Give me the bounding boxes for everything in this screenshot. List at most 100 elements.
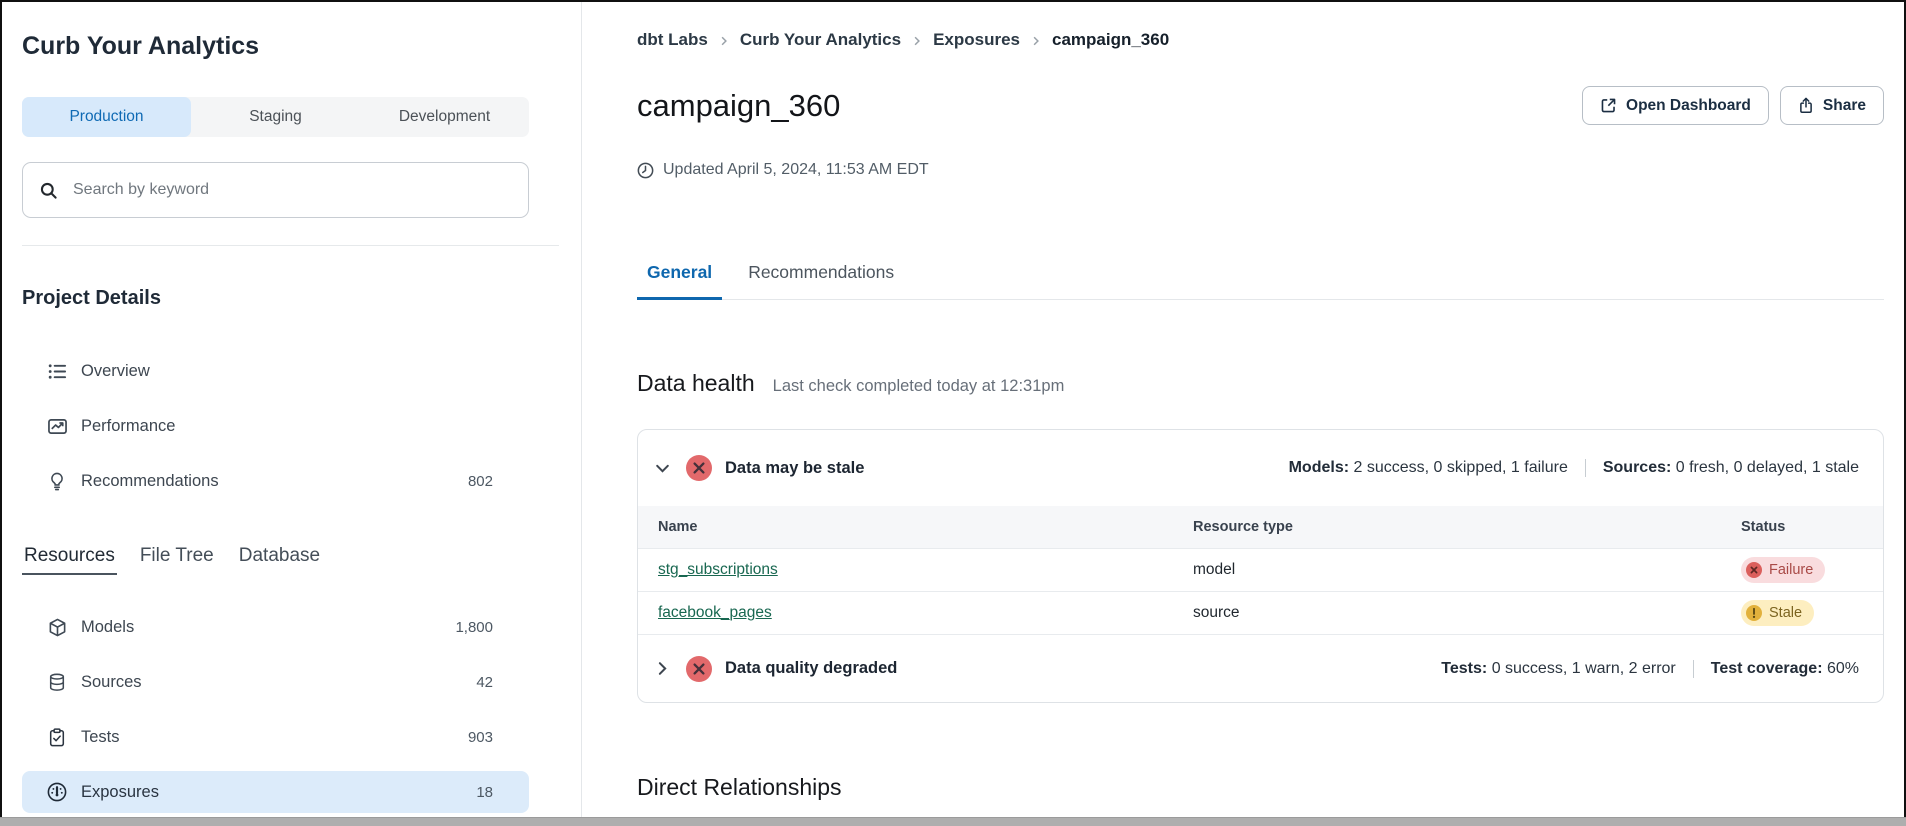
page-title: campaign_360	[637, 88, 840, 124]
table-row: facebook_pages source Stale	[638, 592, 1883, 635]
exclamation-circle-icon	[1746, 605, 1762, 621]
data-health-card: Data may be stale Models: 2 success, 0 s…	[637, 429, 1884, 703]
resource-link-stg-subscriptions[interactable]: stg_subscriptions	[658, 561, 778, 578]
breadcrumb-dbt-labs[interactable]: dbt Labs	[637, 30, 708, 50]
share-button[interactable]: Share	[1780, 86, 1884, 125]
sidebar-item-label: Sources	[81, 673, 142, 692]
tab-recommendations[interactable]: Recommendations	[738, 261, 904, 300]
updated-timestamp: Updated April 5, 2024, 11:53 AM EDT	[637, 161, 1884, 179]
table-row: stg_subscriptions model Failure	[638, 549, 1883, 592]
health-group-stats: Tests: 0 success, 1 warn, 2 error Test c…	[1441, 660, 1859, 678]
clipboard-check-icon	[47, 728, 67, 747]
column-header-resource-type: Resource type	[1193, 506, 1741, 549]
resource-type-cell: model	[1193, 549, 1741, 592]
sidebar-item-models[interactable]: Models 1,800	[22, 606, 529, 648]
item-count: 903	[468, 729, 493, 746]
share-label: Share	[1823, 97, 1866, 115]
clock-icon	[637, 162, 654, 179]
resource-link-facebook-pages[interactable]: facebook_pages	[658, 604, 772, 621]
health-group-stats: Models: 2 success, 0 skipped, 1 failure …	[1289, 459, 1859, 477]
stat-label: Models:	[1289, 459, 1349, 476]
data-health-title: Data health	[637, 370, 755, 396]
project-title: Curb Your Analytics	[22, 33, 529, 59]
status-label: Stale	[1769, 605, 1802, 621]
test-coverage-stat: Test coverage: 60%	[1693, 660, 1859, 678]
sidebar-item-label: Exposures	[81, 783, 159, 802]
stat-value: 60%	[1827, 660, 1859, 677]
sidebar-item-overview[interactable]: Overview	[22, 350, 529, 392]
breadcrumb: dbt Labs Curb Your Analytics Exposures c…	[637, 30, 1884, 50]
stat-label: Sources:	[1603, 459, 1671, 476]
title-row: campaign_360 Open Dashboard Share	[637, 86, 1884, 125]
tab-resources[interactable]: Resources	[22, 545, 117, 575]
data-health-subtitle: Last check completed today at 12:31pm	[773, 377, 1065, 396]
x-circle-icon	[686, 656, 712, 682]
sidebar-item-label: Recommendations	[81, 472, 219, 491]
stat-value: 2 success, 0 skipped, 1 failure	[1354, 459, 1568, 476]
project-details-nav: Overview Performance Recommendations 802	[22, 350, 529, 502]
bottom-scrollbar[interactable]	[0, 817, 1906, 826]
sidebar-item-sources[interactable]: Sources 42	[22, 661, 529, 703]
breadcrumb-current: campaign_360	[1052, 30, 1169, 50]
page-tabs: General Recommendations	[637, 261, 1884, 300]
stat-value: 0 fresh, 0 delayed, 1 stale	[1676, 459, 1859, 476]
page-actions: Open Dashboard Share	[1582, 86, 1884, 125]
resources-nav: Models 1,800 Sources 42 Tests 903	[22, 606, 529, 813]
breadcrumb-exposures[interactable]: Exposures	[933, 30, 1020, 50]
sidebar-item-recommendations[interactable]: Recommendations 802	[22, 460, 529, 502]
x-circle-icon	[686, 455, 712, 481]
item-count: 18	[476, 784, 493, 801]
health-group-title: Data quality degraded	[725, 659, 897, 678]
expand-group-button[interactable]	[654, 660, 678, 677]
health-group-quality[interactable]: Data quality degraded Tests: 0 success, …	[638, 634, 1883, 702]
column-header-name: Name	[638, 506, 1193, 549]
tab-file-tree[interactable]: File Tree	[138, 545, 216, 575]
stat-label: Tests:	[1441, 660, 1487, 677]
database-icon	[47, 673, 67, 692]
sidebar-item-label: Models	[81, 618, 134, 637]
item-count: 1,800	[455, 619, 493, 636]
env-tab-development[interactable]: Development	[360, 97, 529, 137]
tab-database[interactable]: Database	[237, 545, 322, 575]
external-link-icon	[1600, 97, 1617, 114]
sidebar-item-exposures[interactable]: Exposures 18	[22, 771, 529, 813]
sidebar-divider	[22, 245, 559, 246]
table-header-row: Name Resource type Status	[638, 506, 1883, 549]
environment-switcher: Production Staging Development	[22, 97, 529, 137]
open-dashboard-label: Open Dashboard	[1626, 97, 1751, 115]
sidebar-item-tests[interactable]: Tests 903	[22, 716, 529, 758]
list-icon	[47, 362, 67, 381]
stat-label: Test coverage:	[1711, 660, 1823, 677]
item-count: 42	[476, 674, 493, 691]
breadcrumb-project[interactable]: Curb Your Analytics	[740, 30, 901, 50]
data-health-header: Data health Last check completed today a…	[637, 370, 1884, 396]
resource-view-tabs: Resources File Tree Database	[22, 545, 529, 575]
search-input[interactable]	[71, 180, 512, 200]
tests-stat: Tests: 0 success, 1 warn, 2 error	[1441, 660, 1675, 678]
env-tab-staging[interactable]: Staging	[191, 97, 360, 137]
lightbulb-icon	[47, 472, 67, 491]
health-group-title: Data may be stale	[725, 459, 864, 478]
stale-resources-table: Name Resource type Status stg_subscripti…	[638, 506, 1883, 634]
column-header-status: Status	[1741, 506, 1883, 549]
cube-icon	[47, 618, 67, 637]
env-tab-production[interactable]: Production	[22, 97, 191, 137]
sidebar-item-performance[interactable]: Performance	[22, 405, 529, 447]
updated-text: Updated April 5, 2024, 11:53 AM EDT	[663, 161, 929, 179]
chevron-right-icon	[1030, 35, 1042, 47]
chevron-right-icon	[654, 660, 671, 677]
tab-general[interactable]: General	[637, 261, 722, 300]
main-content: dbt Labs Curb Your Analytics Exposures c…	[582, 2, 1904, 826]
status-badge-failure: Failure	[1741, 557, 1825, 583]
collapse-group-button[interactable]	[654, 460, 678, 477]
sidebar-item-label: Tests	[81, 728, 120, 747]
search-box[interactable]	[22, 162, 529, 218]
chevron-down-icon	[654, 460, 671, 477]
open-dashboard-button[interactable]: Open Dashboard	[1582, 86, 1769, 125]
gauge-icon	[47, 782, 67, 802]
chevron-right-icon	[718, 35, 730, 47]
line-chart-icon	[47, 417, 67, 436]
app-window: Curb Your Analytics Production Staging D…	[0, 0, 1906, 826]
x-circle-icon	[1746, 562, 1762, 578]
health-group-stale[interactable]: Data may be stale Models: 2 success, 0 s…	[638, 430, 1883, 506]
